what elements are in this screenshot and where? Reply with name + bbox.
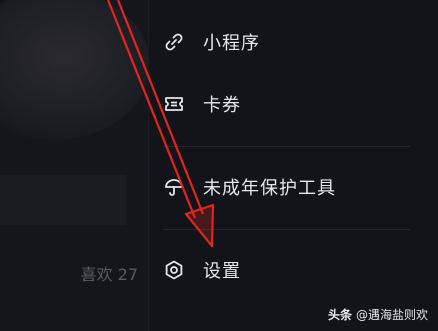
menu-item-label: 设置 bbox=[203, 261, 241, 282]
menu-item-settings[interactable]: 设置 bbox=[163, 250, 241, 290]
menu-divider bbox=[163, 146, 410, 147]
menu-item-label: 小程序 bbox=[203, 33, 260, 54]
watermark: 头条 @遇海盐则欢 bbox=[328, 306, 428, 323]
menu-item-coupons[interactable]: 卡券 bbox=[163, 84, 241, 124]
blurred-band bbox=[0, 175, 126, 225]
likes-count: 喜欢 27 bbox=[80, 265, 138, 284]
background-video-pane: 喜欢 27 bbox=[0, 0, 148, 331]
link-icon bbox=[163, 31, 185, 53]
umbrella-icon bbox=[163, 176, 185, 198]
menu-item-label: 未成年保护工具 bbox=[203, 178, 336, 199]
gear-icon bbox=[163, 259, 185, 281]
blurred-content bbox=[0, 0, 148, 140]
watermark-author: @遇海盐则欢 bbox=[355, 308, 428, 322]
menu-item-mini-programs[interactable]: 小程序 bbox=[163, 22, 260, 62]
ticket-icon bbox=[163, 93, 185, 115]
menu-item-label: 卡券 bbox=[203, 95, 241, 116]
side-menu: 小程序 卡券 未成年保护工具 设置 bbox=[149, 0, 438, 331]
menu-divider bbox=[163, 229, 410, 230]
toutiao-logo: 头条 bbox=[327, 308, 352, 322]
menu-item-minor-protection[interactable]: 未成年保护工具 bbox=[163, 167, 336, 207]
